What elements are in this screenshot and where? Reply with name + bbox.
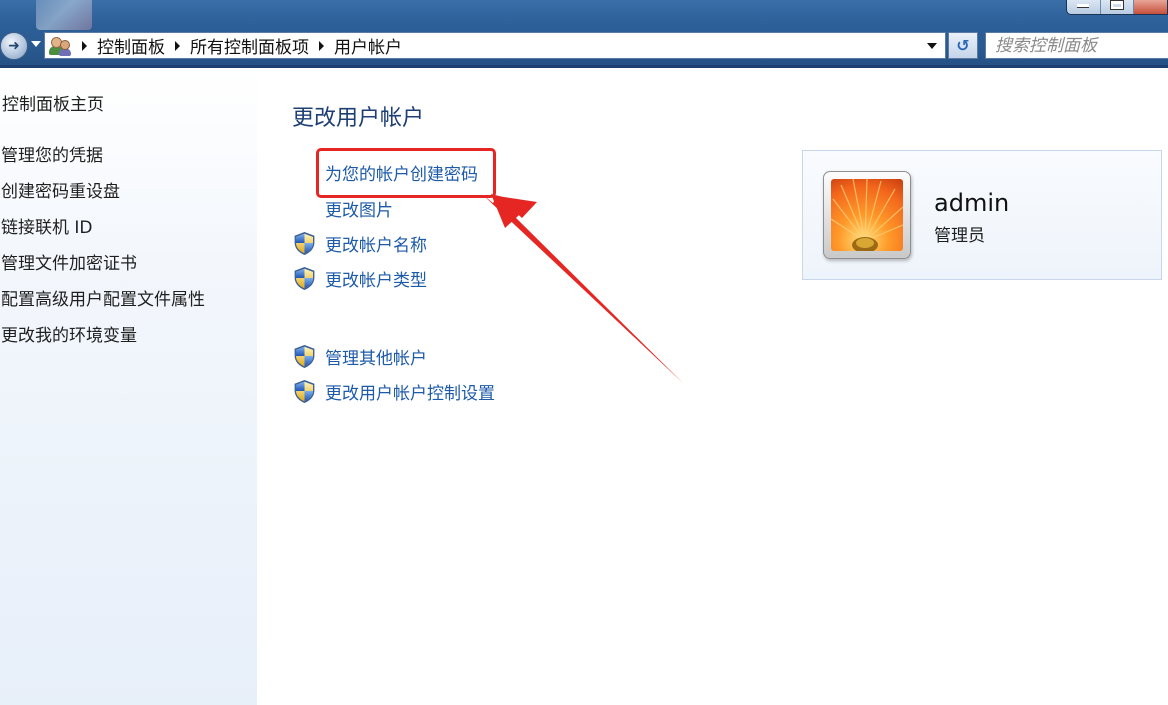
task-label[interactable]: 管理其他帐户 bbox=[325, 344, 427, 369]
task-label[interactable]: 更改用户帐户控制设置 bbox=[325, 379, 495, 404]
breadcrumb-control-panel[interactable]: 控制面板 bbox=[97, 33, 165, 58]
change-account-type-link[interactable]: 更改帐户类型 bbox=[292, 264, 427, 292]
back-button[interactable]: ➜ bbox=[0, 32, 28, 60]
uac-shield-icon bbox=[292, 231, 317, 256]
sidebar-link-manage-credentials[interactable]: 管理您的凭据 bbox=[1, 145, 205, 181]
breadcrumb-all-items[interactable]: 所有控制面板项 bbox=[190, 33, 309, 58]
uac-shield-icon bbox=[292, 379, 317, 404]
uac-shield-icon bbox=[292, 344, 317, 369]
annotation-highlight-box bbox=[316, 148, 496, 198]
uac-shield-icon bbox=[292, 266, 317, 291]
change-account-name-link[interactable]: 更改帐户名称 bbox=[292, 229, 427, 257]
address-bar[interactable]: 控制面板 所有控制面板项 用户帐户 bbox=[44, 32, 946, 59]
manage-other-accounts-link[interactable]: 管理其他帐户 bbox=[292, 342, 427, 370]
maximize-button[interactable] bbox=[1099, 0, 1134, 14]
sidebar-link-environment-variables[interactable]: 更改我的环境变量 bbox=[1, 325, 205, 361]
address-dropdown-icon[interactable] bbox=[927, 42, 937, 49]
orange-flower-picture bbox=[831, 179, 903, 251]
user-accounts-window: ➜ 控制面板 所有控制面板项 用户帐户 ↺ 控制面板主页 管理您的凭据 创建密码… bbox=[0, 0, 1168, 705]
search-input[interactable] bbox=[995, 35, 1165, 56]
back-arrow-icon: ➜ bbox=[8, 38, 20, 54]
sidebar-link-online-id[interactable]: 链接联机 ID bbox=[1, 217, 205, 253]
window-thumbnail bbox=[36, 0, 92, 30]
account-card: admin 管理员 bbox=[802, 150, 1162, 280]
minimize-icon bbox=[1077, 1, 1090, 7]
search-box[interactable] bbox=[985, 32, 1168, 59]
account-role: 管理员 bbox=[934, 226, 985, 246]
task-label[interactable]: 更改帐户类型 bbox=[325, 266, 427, 291]
sidebar-link-profile-properties[interactable]: 配置高级用户配置文件属性 bbox=[1, 289, 205, 325]
refresh-icon: ↺ bbox=[956, 36, 970, 55]
main-content: 更改用户帐户 为您的帐户创建密码 更改图片 更改帐户名称 更改帐户类型 管理其他… bbox=[257, 68, 1168, 705]
avatar[interactable] bbox=[823, 171, 911, 259]
history-dropdown-icon[interactable] bbox=[31, 41, 41, 47]
sidebar-links: 管理您的凭据 创建密码重设盘 链接联机 ID 管理文件加密证书 配置高级用户配置… bbox=[1, 145, 205, 361]
navigation-bar: ➜ 控制面板 所有控制面板项 用户帐户 ↺ bbox=[0, 0, 1168, 68]
account-name: admin bbox=[934, 189, 1010, 217]
change-picture-link[interactable]: 更改图片 bbox=[292, 194, 393, 222]
breadcrumb-user-accounts[interactable]: 用户帐户 bbox=[334, 33, 402, 58]
breadcrumb-arrow-icon[interactable] bbox=[319, 40, 324, 51]
task-pane: 控制面板主页 管理您的凭据 创建密码重设盘 链接联机 ID 管理文件加密证书 配… bbox=[0, 68, 257, 705]
uac-settings-link[interactable]: 更改用户帐户控制设置 bbox=[292, 377, 495, 405]
breadcrumb-arrow-icon[interactable] bbox=[82, 40, 87, 51]
task-label[interactable]: 更改图片 bbox=[325, 196, 393, 221]
minimize-button[interactable] bbox=[1067, 0, 1100, 14]
close-button[interactable] bbox=[1133, 0, 1167, 14]
breadcrumb-arrow-icon[interactable] bbox=[175, 40, 180, 51]
window-controls bbox=[1066, 0, 1168, 15]
user-accounts-icon bbox=[48, 35, 72, 57]
page-title: 更改用户帐户 bbox=[292, 106, 425, 131]
task-label[interactable]: 更改帐户名称 bbox=[325, 231, 427, 256]
sidebar-link-encryption-certificates[interactable]: 管理文件加密证书 bbox=[1, 253, 205, 289]
control-panel-home-link[interactable]: 控制面板主页 bbox=[2, 90, 104, 115]
refresh-button[interactable]: ↺ bbox=[948, 32, 978, 59]
sidebar-link-password-reset-disk[interactable]: 创建密码重设盘 bbox=[1, 181, 205, 217]
maximize-icon bbox=[1110, 0, 1124, 10]
